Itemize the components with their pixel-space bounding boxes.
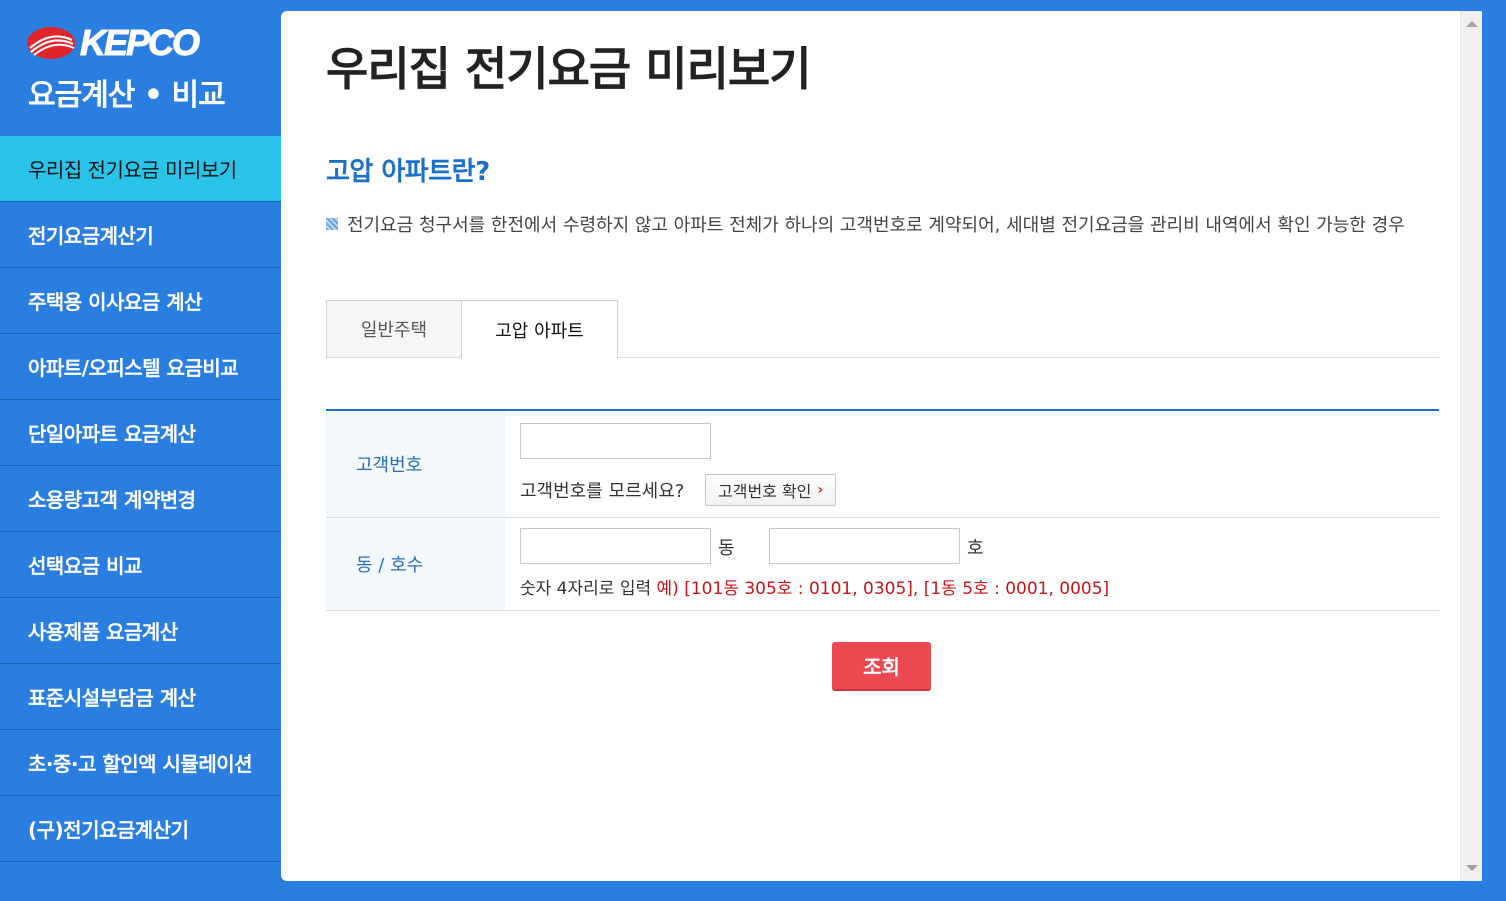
- sidebar-item-label: 선택요금 비교: [28, 554, 142, 578]
- sidebar-item-label: 소용량고객 계약변경: [28, 488, 196, 512]
- sidebar-item-moving-fee[interactable]: 주택용 이사요금 계산: [0, 268, 281, 334]
- sidebar-item-old-calculator[interactable]: (구)전기요금계산기: [0, 796, 281, 862]
- sidebar-nav: 우리집 전기요금 미리보기 전기요금계산기 주택용 이사요금 계산 아파트/오피…: [0, 136, 313, 862]
- page-title: 우리집 전기요금 미리보기: [326, 42, 812, 96]
- tab-general-house[interactable]: 일반주택: [326, 300, 462, 358]
- customer-number-body: 고객번호를 모르세요? 고객번호 확인 ›: [505, 411, 1439, 517]
- sidebar-item-product-fee[interactable]: 사용제품 요금계산: [0, 598, 281, 664]
- sidebar-item-calculator[interactable]: 전기요금계산기: [0, 202, 281, 268]
- sidebar-item-school-discount[interactable]: 초·중·고 할인액 시뮬레이션: [0, 730, 281, 796]
- scroll-down-icon[interactable]: [1466, 865, 1478, 871]
- sidebar-item-optional-fee[interactable]: 선택요금 비교: [0, 532, 281, 598]
- customer-number-label: 고객번호: [326, 411, 505, 517]
- ho-input[interactable]: [769, 528, 960, 564]
- customer-number-check-label: 고객번호 확인: [718, 482, 812, 501]
- main-content: 우리집 전기요금 미리보기 고압 아파트란? 전기요금 청구서를 한전에서 수령…: [281, 11, 1482, 881]
- logo-area[interactable]: KEPCO 요금계산 • 비교: [26, 22, 266, 124]
- logo-text: KEPCO: [79, 22, 200, 63]
- sidebar-item-label: 우리집 전기요금 미리보기: [28, 158, 237, 182]
- sidebar-item-label: 아파트/오피스텔 요금비교: [28, 356, 239, 380]
- input-format-example: 예) [101동 305호 : 0101, 0305], [1동 5호 : 00…: [656, 579, 1110, 599]
- scroll-up-icon[interactable]: [1466, 21, 1478, 27]
- input-format-note: 숫자 4자리로 입력 예) [101동 305호 : 0101, 0305], …: [520, 574, 1109, 599]
- sidebar-item-label: 표준시설부담금 계산: [28, 686, 196, 710]
- dong-unit-label: 동: [718, 538, 735, 559]
- search-button[interactable]: 조회: [832, 642, 931, 691]
- unit-number-row: 동 / 호수 동 호 숫자 4자리로 입력 예) [101동 305호 : 01…: [326, 518, 1439, 611]
- customer-number-row: 고객번호 고객번호를 모르세요? 고객번호 확인 ›: [326, 411, 1439, 518]
- sidebar-item-apartment-compare[interactable]: 아파트/오피스텔 요금비교: [0, 334, 281, 400]
- tab-bar: 일반주택 고압 아파트: [326, 300, 1439, 359]
- description: 전기요금 청구서를 한전에서 수령하지 않고 아파트 전체가 하나의 고객번호로…: [326, 209, 1441, 242]
- customer-number-help: 고객번호를 모르세요?: [520, 481, 685, 502]
- logo-subtitle: 요금계산 • 비교: [28, 78, 226, 113]
- section-title: 고압 아파트란?: [326, 157, 490, 187]
- sidebar-item-label: 초·중·고 할인액 시뮬레이션: [28, 752, 253, 776]
- input-format-note-prefix: 숫자 4자리로 입력: [520, 579, 657, 599]
- sidebar-item-label: 단일아파트 요금계산: [28, 422, 196, 446]
- lookup-form: 고객번호 고객번호를 모르세요? 고객번호 확인 › 동 / 호수 동 호 숫자…: [326, 409, 1439, 611]
- ho-unit-label: 호: [967, 538, 984, 559]
- customer-number-input[interactable]: [520, 423, 711, 459]
- sidebar-item-label: 전기요금계산기: [28, 224, 154, 248]
- sidebar-item-preview[interactable]: 우리집 전기요금 미리보기: [0, 136, 313, 202]
- scrollbar[interactable]: [1460, 11, 1482, 881]
- customer-number-check-button[interactable]: 고객번호 확인 ›: [705, 474, 837, 506]
- dong-input[interactable]: [520, 528, 711, 564]
- tab-high-voltage-apartment[interactable]: 고압 아파트: [461, 300, 618, 359]
- sidebar: KEPCO 요금계산 • 비교 우리집 전기요금 미리보기 전기요금계산기 주택…: [0, 0, 313, 901]
- description-text: 전기요금 청구서를 한전에서 수령하지 않고 아파트 전체가 하나의 고객번호로…: [347, 215, 1405, 236]
- sidebar-item-label: (구)전기요금계산기: [28, 818, 189, 842]
- square-bullet-icon: [326, 218, 338, 230]
- sidebar-item-facility-charge[interactable]: 표준시설부담금 계산: [0, 664, 281, 730]
- chevron-right-icon: ›: [817, 482, 824, 498]
- kepco-logo-icon: [27, 27, 75, 59]
- unit-number-label: 동 / 호수: [326, 518, 505, 610]
- sidebar-item-contract-change[interactable]: 소용량고객 계약변경: [0, 466, 281, 532]
- sidebar-item-label: 사용제품 요금계산: [28, 620, 178, 644]
- sidebar-item-single-apartment[interactable]: 단일아파트 요금계산: [0, 400, 281, 466]
- sidebar-item-label: 주택용 이사요금 계산: [28, 290, 203, 314]
- unit-number-body: 동 호 숫자 4자리로 입력 예) [101동 305호 : 0101, 030…: [505, 518, 1439, 610]
